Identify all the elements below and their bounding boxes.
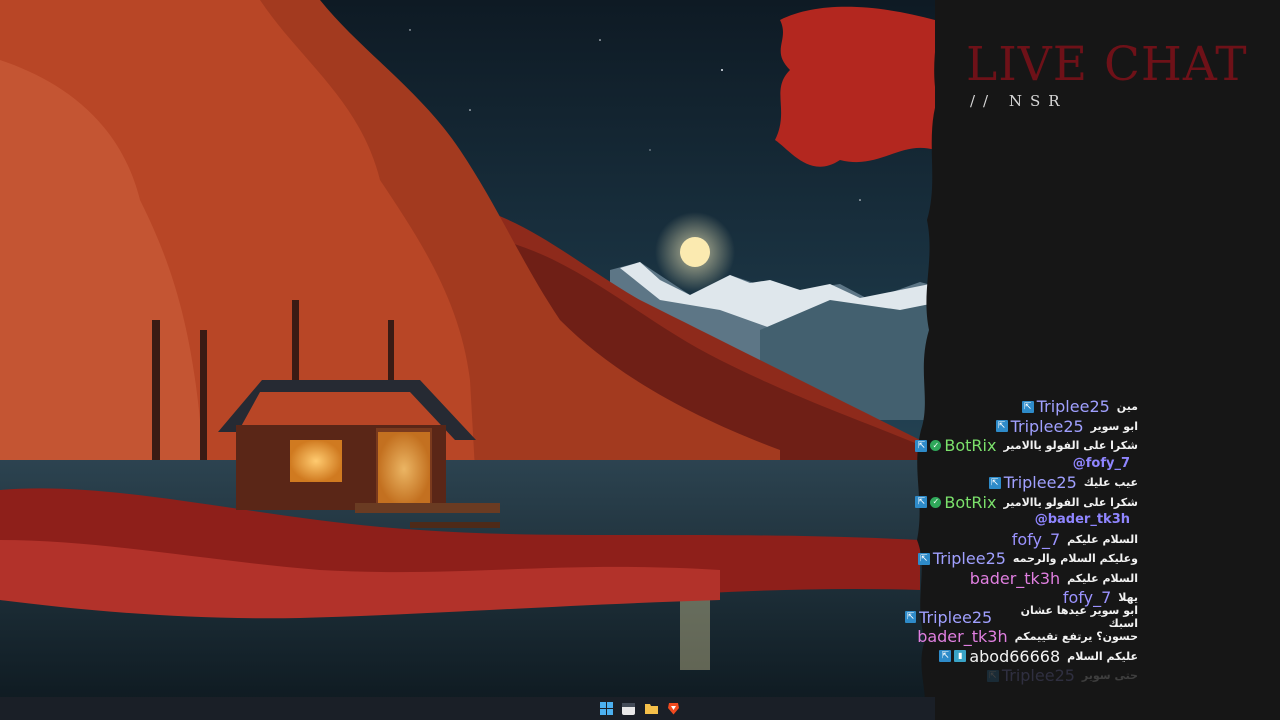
verified-icon: ✓ [930,440,942,452]
chat-message-text: حتى سوير [1081,669,1138,683]
chat-username[interactable]: fofy_7 [1012,530,1060,549]
chat-message-content: ⇱ ✓ BotRix شكرا على الفولو ياالامير [915,436,1138,455]
moon [680,237,710,267]
chat-message: bader_tk3h حسون؟ يرتفع تقييمكم [905,627,1235,647]
extra-icon: ▮ [954,650,967,663]
chat-username[interactable]: BotRix [944,493,996,512]
chat-message-content: ⇱ Triplee25 عيب عليك [988,473,1138,492]
chat-username[interactable]: Triplee25 [933,549,1006,568]
chat-mention[interactable]: @fofy_7 [1073,456,1130,474]
chat-username[interactable]: Triplee25 [919,608,992,627]
chat-message-content: ⇱ Triplee25 ابو سوير [995,417,1138,436]
chat-message-content: bader_tk3h حسون؟ يرتفع تقييمكم [917,627,1138,646]
chat-username[interactable]: Triplee25 [1011,417,1084,436]
brave-browser-icon[interactable] [667,702,680,715]
chat-message: ⇱ Triplee25 وعليكم السلام والرحمه [905,549,1235,569]
chat-message: ⇱ Triplee25 حتى سوير [905,666,1235,686]
chat-message: ⇱ Triplee25 ابو سوير [905,417,1235,437]
chat-mention-row: @bader_tk3h [905,512,1235,530]
chat-message: ⇱ Triplee25 مين [905,397,1235,417]
live-chat-title: LIVE CHAT [966,37,1248,92]
chat-message-content: ⇱ ▮ abod66668 عليكم السلام [939,647,1138,666]
chat-message-text: عيب عليك [1083,476,1138,490]
mod-icon: ⇱ [1021,400,1034,413]
chat-username[interactable]: abod66668 [969,647,1060,666]
chat-username[interactable]: bader_tk3h [970,569,1060,588]
chat-username[interactable]: Triplee25 [1004,473,1077,492]
chat-mention[interactable]: @bader_tk3h [1035,512,1130,530]
chat-message-text: شكرا على الفولو ياالامير [1003,439,1138,453]
mod-icon: ⇱ [939,650,952,663]
chat-message: ⇱ Triplee25 ابو سوير عيدها عشان اسبك [905,604,1235,630]
chat-message-content: ⇱ Triplee25 مين [1021,397,1138,416]
mod-icon: ⇱ [915,496,928,509]
chat-message-text: السلام عليكم [1067,571,1138,585]
chat-message-content: ⇱ ✓ BotRix شكرا على الفولو ياالامير [915,493,1138,512]
mod-icon: ⇱ [988,476,1001,489]
chat-message-text: عليكم السلام [1067,649,1138,663]
mod-icon: ⇱ [995,420,1008,433]
taskbar [0,697,935,720]
live-chat-subtitle: // NSR [970,92,1068,110]
chat-message-text: وعليكم السلام والرحمه [1012,552,1138,566]
chat-message-content: fofy_7 السلام عليكم [1012,530,1138,549]
chat-message-text: شكرا على الفولو ياالامير [1003,495,1138,509]
mod-icon: ⇱ [986,669,999,682]
mod-icon: ⇱ [905,611,917,624]
chat-message-content: bader_tk3h السلام عليكم [970,569,1138,588]
chat-message: fofy_7 السلام عليكم [905,530,1235,550]
chat-username[interactable]: BotRix [944,436,996,455]
chat-username[interactable]: Triplee25 [1037,397,1110,416]
chat-message-text: يهلا [1118,591,1138,605]
chat-message-text: حسون؟ يرتفع تقييمكم [1014,630,1138,644]
chat-message-text: السلام عليكم [1067,532,1138,546]
chat-message: bader_tk3h السلام عليكم [905,569,1235,589]
chat-message-list: ⇱ Triplee25 مين ⇱ Triplee25 ابو سوير ⇱ ✓ BotRix ش… [905,397,1235,686]
chat-message-text: مين [1116,400,1138,414]
calendar-icon[interactable] [622,702,635,715]
chat-username[interactable]: bader_tk3h [917,627,1007,646]
mod-icon: ⇱ [917,552,930,565]
chat-message: ⇱ ✓ BotRix شكرا على الفولو ياالامير [905,493,1235,513]
chat-message-content: ⇱ Triplee25 وعليكم السلام والرحمه [917,549,1138,568]
chat-message-content: ⇱ Triplee25 حتى سوير [986,666,1138,685]
windows-start-icon[interactable] [600,702,613,715]
mod-icon: ⇱ [915,439,928,452]
chat-message: ⇱ ▮ abod66668 عليكم السلام [905,647,1235,667]
chat-message: ⇱ ✓ BotRix شكرا على الفولو ياالامير [905,436,1235,456]
folder-icon[interactable] [645,702,658,715]
chat-message-text: ابو سوير [1090,419,1138,433]
chat-message: ⇱ Triplee25 عيب عليك [905,473,1235,493]
verified-icon: ✓ [930,496,942,508]
chat-username[interactable]: Triplee25 [1002,666,1075,685]
chat-mention-row: @fofy_7 [905,456,1235,474]
